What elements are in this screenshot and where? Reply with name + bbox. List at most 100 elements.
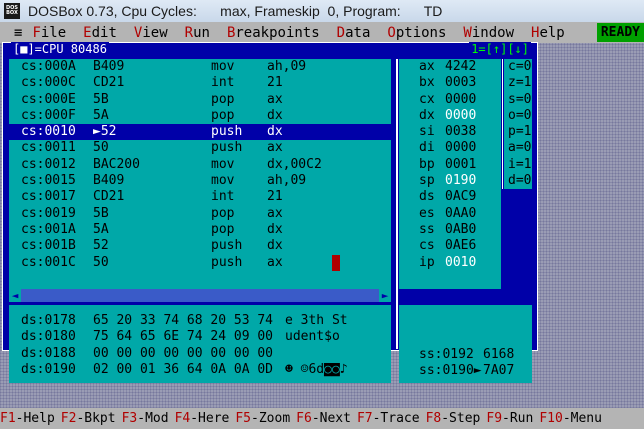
code-line[interactable]: cs:0015 B409 mov ah,09 [9, 173, 391, 189]
fkey-f8[interactable]: F8-Step [426, 411, 481, 426]
register-row[interactable]: ax 4242 [399, 59, 501, 75]
fkey-f7[interactable]: F7-Trace [357, 411, 420, 426]
scroll-left-arrow-icon[interactable]: ◄ [9, 289, 21, 302]
code-mnemonic: push [211, 140, 243, 156]
flags-pane[interactable]: c=0 z=1 s=0 o=0 p=1 a=0 i=1 d=0 [504, 59, 532, 189]
menu-item-view[interactable]: View [134, 25, 168, 41]
stack-line[interactable]: ss:0190► 7A07 [399, 363, 532, 379]
register-value: 0AB0 [445, 221, 477, 237]
fkey-f9[interactable]: F9-Run [486, 411, 533, 426]
register-name: es [419, 205, 435, 221]
menu-item-options[interactable]: Options [387, 25, 446, 41]
function-key-bar: F1-Help F2-Bkpt F3-Mod F4-Here F5-Zoom F6-Nex… [0, 408, 644, 429]
code-line[interactable]: cs:0012 BAC200 mov dx,00C2 [9, 157, 391, 173]
code-line[interactable]: cs:0017 CD21 int 21 [9, 189, 391, 205]
flag-row[interactable]: i=1 [504, 157, 532, 173]
register-name: sp [419, 173, 435, 189]
code-line[interactable]: cs:0019 5B pop ax [9, 206, 391, 222]
fkey-label: -Run [502, 411, 534, 426]
fkey-f4[interactable]: F4-Here [175, 411, 230, 426]
fkey-f10[interactable]: F10-Menu [539, 411, 602, 426]
register-row[interactable]: di 0000 [399, 140, 501, 156]
code-line[interactable]: cs:001A 5A pop dx [9, 222, 391, 238]
fkey-key: F9 [486, 411, 503, 426]
flag-value: c=0 [508, 59, 532, 74]
stack-line[interactable]: ss:0192 6168 [399, 347, 532, 363]
register-row[interactable]: dx 0000 [399, 108, 501, 124]
fkey-label: -Help [15, 411, 55, 426]
flag-row[interactable]: p=1 [504, 124, 532, 140]
register-row[interactable]: sp 0190 [399, 173, 501, 189]
menu-item-help[interactable]: Help [531, 25, 565, 41]
flag-row[interactable]: s=0 [504, 92, 532, 108]
dump-bytes: 02 00 01 36 64 0A 0A 0D [93, 361, 274, 377]
register-name: dx [419, 107, 435, 123]
flag-row[interactable]: c=0 [504, 59, 532, 75]
menu-item-file[interactable]: File [32, 25, 66, 41]
code-bytes: BAC200 [93, 156, 140, 172]
dump-line[interactable]: ds:0188 00 00 00 00 00 00 00 00 [9, 346, 391, 362]
code-line[interactable]: cs:000E 5B pop ax [9, 92, 391, 108]
code-mnemonic: pop [211, 107, 235, 123]
menu-item-window[interactable]: Window [463, 25, 514, 41]
fkey-f2[interactable]: F2-Bkpt [61, 411, 116, 426]
horizontal-scrollbar[interactable]: ◄ ► [9, 289, 391, 302]
flag-row[interactable]: a=0 [504, 140, 532, 156]
register-row[interactable]: ss 0AB0 [399, 222, 501, 238]
register-row[interactable]: cx 0000 [399, 92, 501, 108]
dump-line[interactable]: ds:0178 65 20 33 74 68 20 53 74 e 3th St [9, 313, 391, 329]
menu-hotkey: R [184, 24, 194, 41]
fkey-key: F10 [539, 411, 563, 426]
code-address: cs:0010 [21, 124, 76, 140]
code-bytes: 5A [93, 221, 109, 237]
register-row[interactable]: bp 0001 [399, 157, 501, 173]
code-line[interactable]: cs:0010 ►52 push dx [9, 124, 391, 141]
window-scroll-controls[interactable]: 1=[↑][↓] [469, 42, 531, 56]
register-name: ax [419, 59, 435, 74]
fkey-f1[interactable]: F1-Help [0, 411, 55, 426]
dump-address: ds:0190 [21, 361, 76, 377]
code-line[interactable]: cs:000C CD21 int 21 [9, 75, 391, 91]
code-line[interactable]: cs:000F 5A pop dx [9, 108, 391, 124]
flag-row[interactable]: d=0 [504, 173, 532, 189]
menu-item-run[interactable]: Run [185, 25, 210, 41]
register-row[interactable]: cs 0AE6 [399, 238, 501, 254]
code-line[interactable]: cs:000A B409 mov ah,09 [9, 59, 391, 75]
code-mnemonic: pop [211, 205, 235, 221]
code-operands: ax [267, 254, 283, 270]
cpu-window-title[interactable]: [■]=CPU 80486 [11, 42, 109, 56]
registers-pane[interactable]: ax 4242 bx 0003 cx 0000 dx 0000 si 0038 di 0000 bp 00… [399, 59, 501, 289]
flag-value: o=0 [508, 107, 532, 123]
fkey-label: -Here [190, 411, 230, 426]
memory-dump-pane[interactable]: ds:0178 65 20 33 74 68 20 53 74 e 3th St ds… [9, 305, 391, 383]
system-menu-icon[interactable]: ≡ [14, 25, 22, 41]
scroll-right-arrow-icon[interactable]: ► [379, 289, 391, 302]
register-row[interactable]: si 0038 [399, 124, 501, 140]
fkey-label: -Menu [562, 411, 602, 426]
dump-line[interactable]: ds:0190 02 00 01 36 64 0A 0A 0D ☻ ☺6d◙◙♪ [9, 362, 391, 378]
fkey-f5[interactable]: F5-Zoom [235, 411, 290, 426]
code-operands: dx [267, 107, 283, 123]
code-mnemonic: int [211, 189, 235, 205]
register-value: 0001 [445, 156, 477, 172]
flag-row[interactable]: z=1 [504, 75, 532, 91]
menu-item-edit[interactable]: Edit [83, 25, 117, 41]
menu-item-breakpoints[interactable]: Breakpoints [227, 25, 320, 41]
cpu-window[interactable]: [■]=CPU 80486 1=[↑][↓] cs:000A B409 mov ah,… [2, 42, 538, 383]
code-address: cs:000E [21, 91, 76, 107]
fkey-f6[interactable]: F6-Next [296, 411, 351, 426]
flag-row[interactable]: o=0 [504, 108, 532, 124]
status-badge: READY [596, 23, 644, 42]
dump-line[interactable]: ds:0180 75 64 65 6E 74 24 09 00 udent$o [9, 329, 391, 345]
register-row[interactable]: ip 0010 [399, 255, 501, 271]
register-row[interactable]: bx 0003 [399, 75, 501, 91]
code-line[interactable]: cs:0011 50 push ax [9, 140, 391, 156]
code-line[interactable]: cs:001B 52 push dx [9, 238, 391, 254]
fkey-f3[interactable]: F3-Mod [122, 411, 169, 426]
stack-pane[interactable]: ss:0192 6168 ss:0190► 7A07 [399, 305, 532, 383]
register-row[interactable]: es 0AA0 [399, 206, 501, 222]
menu-item-data[interactable]: Data [337, 25, 371, 41]
register-row[interactable]: ds 0AC9 [399, 189, 501, 205]
register-name: cx [419, 91, 435, 107]
code-bytes: 50 [93, 140, 109, 156]
